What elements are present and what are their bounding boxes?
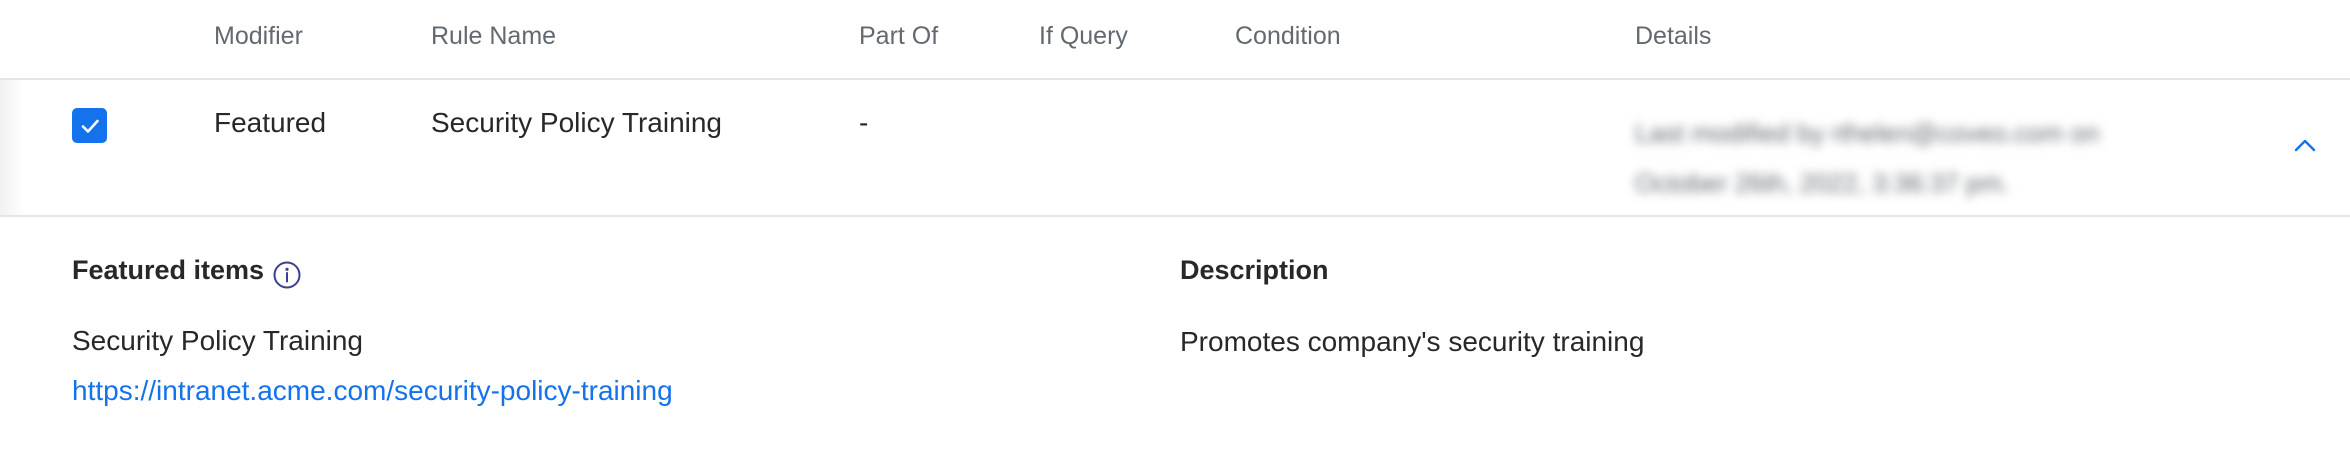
featured-items-title: Featured items (72, 255, 265, 285)
cell-modifier: Featured (214, 107, 327, 138)
featured-item-name: Security Policy Training (72, 325, 364, 356)
table-header: Modifier Rule Name Part Of If Query Cond… (0, 0, 2350, 80)
cell-details-blurred: Last modified by rthelen@coveo.com on Oc… (1635, 108, 2099, 208)
row-edge-shadow (0, 80, 24, 215)
chevron-up-icon (2294, 139, 2316, 152)
details-line-2: October 26th, 2022, 3:36:37 pm. (1635, 168, 2010, 198)
details-line-1: Last modified by rthelen@coveo.com on (1635, 118, 2100, 148)
column-header-rule-name[interactable]: Rule Name (431, 22, 556, 51)
cell-part-of: - (859, 107, 869, 138)
checkmark-icon (81, 119, 99, 133)
featured-item-link[interactable]: https://intranet.acme.com/security-polic… (72, 375, 673, 407)
cell-rule-name: Security Policy Training (431, 107, 723, 138)
table-row[interactable]: Featured Security Policy Training - Last… (0, 80, 2350, 217)
column-header-part-of[interactable]: Part Of (859, 22, 938, 51)
column-header-modifier[interactable]: Modifier (214, 22, 303, 51)
description-title: Description (1180, 255, 1329, 285)
rules-table: Modifier Rule Name Part Of If Query Cond… (0, 0, 2350, 452)
collapse-row-button[interactable] (2290, 130, 2320, 160)
description-text: Promotes company's security training (1180, 326, 1645, 357)
info-icon[interactable] (272, 260, 302, 290)
column-header-details[interactable]: Details (1635, 22, 1711, 51)
column-header-condition[interactable]: Condition (1235, 22, 1341, 51)
row-select-checkbox[interactable] (72, 108, 107, 143)
row-expanded-details: Featured items Security Policy Training … (0, 217, 2350, 452)
column-header-if-query[interactable]: If Query (1039, 22, 1128, 51)
